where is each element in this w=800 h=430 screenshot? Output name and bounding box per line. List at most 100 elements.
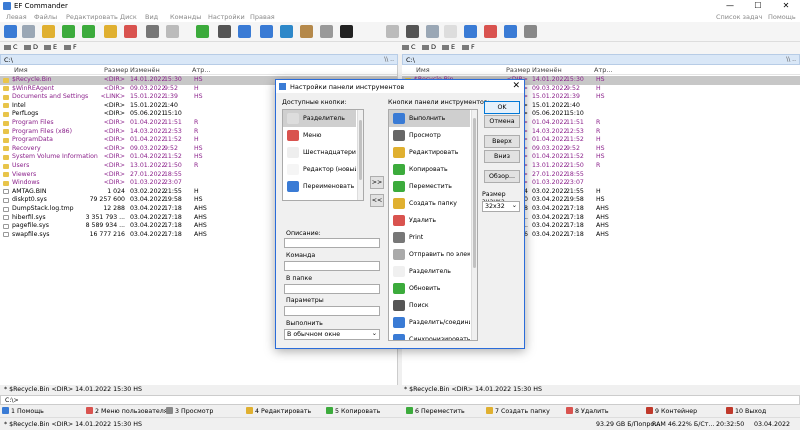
compare-icon[interactable] — [238, 25, 251, 38]
list-item[interactable]: Поиск — [389, 297, 470, 314]
settings-icon[interactable] — [406, 25, 419, 38]
list-item[interactable]: Создать папку — [389, 195, 470, 212]
down-button[interactable]: Вниз — [484, 150, 520, 163]
list-item[interactable]: Разделитель — [283, 110, 356, 127]
browse-button[interactable]: Обзор... — [484, 170, 520, 183]
list-item[interactable]: Просмотр — [389, 127, 470, 144]
col-name[interactable]: Имя — [14, 66, 28, 74]
terminal-icon[interactable] — [320, 25, 333, 38]
menu-files[interactable]: Файлы — [34, 13, 57, 21]
find-icon[interactable] — [218, 25, 231, 38]
list-item[interactable]: Редактор (новый) — [283, 161, 356, 178]
remove-button[interactable]: << — [370, 194, 384, 207]
up-button[interactable]: Вверх — [484, 135, 520, 148]
left-path-bar[interactable]: C:\ \\ .. — [0, 54, 398, 65]
fkey-8-button[interactable]: 8 Удалить — [566, 407, 609, 415]
users-icon[interactable] — [464, 25, 477, 38]
list-item[interactable]: Копировать — [389, 161, 470, 178]
col-attr[interactable]: Атр... — [594, 66, 613, 74]
fkey-4-button[interactable]: 4 Редактировать — [246, 407, 311, 415]
toolbar-buttons-list[interactable]: Синхронизировать папки Разделить/соединит… — [388, 109, 478, 341]
col-size[interactable]: Размер — [104, 66, 128, 74]
fkey-2-button[interactable]: 2 Меню пользователя — [86, 407, 168, 415]
params-field[interactable] — [284, 306, 380, 316]
monitor-icon[interactable] — [280, 25, 293, 38]
checkbox-icon[interactable] — [504, 25, 517, 38]
audio-icon[interactable] — [524, 25, 537, 38]
list-item[interactable]: Переместить — [389, 178, 470, 195]
col-attr[interactable]: Атр... — [192, 66, 211, 74]
menu-right[interactable]: Правая — [250, 13, 275, 21]
menu-settings[interactable]: Настройки — [208, 13, 245, 21]
menu-view[interactable]: Вид — [145, 13, 158, 21]
available-buttons-list[interactable]: Переименовать Редактор (новый) Шестнадцате… — [282, 109, 364, 201]
minimize-button[interactable]: — — [716, 0, 744, 12]
list-item[interactable]: Шестнадцатеричный ре... — [283, 144, 356, 161]
list-item[interactable]: Меню — [283, 127, 356, 144]
ok-button[interactable]: OK — [484, 101, 520, 114]
menu-left[interactable]: Левая — [6, 13, 27, 21]
folder-field[interactable] — [284, 284, 380, 294]
drive-d-left[interactable]: D — [24, 43, 38, 51]
col-size[interactable]: Размер — [506, 66, 530, 74]
available-scrollbar[interactable] — [357, 110, 363, 200]
fkey-5-button[interactable]: 5 Копировать — [326, 407, 380, 415]
add-button[interactable]: >> — [370, 176, 384, 189]
menu-disk[interactable]: Диск — [120, 13, 137, 21]
drive-c-right[interactable]: C — [402, 43, 416, 51]
notes-icon[interactable] — [444, 25, 457, 38]
network-icon[interactable] — [386, 25, 399, 38]
list-item[interactable]: Отправить по электрон... — [389, 246, 470, 263]
col-name[interactable]: Имя — [416, 66, 430, 74]
command-field[interactable] — [284, 261, 380, 271]
refresh-icon[interactable] — [196, 25, 209, 38]
list-item[interactable]: Удалить — [389, 212, 470, 229]
dialog-close-button[interactable]: ✕ — [512, 81, 520, 91]
menu-help[interactable]: Помощь — [768, 13, 796, 21]
col-modified[interactable]: Изменён — [532, 66, 562, 74]
email-icon[interactable] — [166, 25, 179, 38]
trash-icon[interactable] — [426, 25, 439, 38]
menu-edit[interactable]: Редактировать — [66, 13, 118, 21]
drive-f-left[interactable]: F — [64, 43, 77, 51]
toolbar-list-scrollbar[interactable] — [471, 110, 477, 340]
fkey-9-button[interactable]: 9 Контейнер — [646, 407, 697, 415]
close-button[interactable]: ✕ — [772, 0, 800, 12]
web-icon[interactable] — [484, 25, 497, 38]
list-item[interactable]: Обновить — [389, 280, 470, 297]
run-mode-select[interactable]: В обычном окне ⌄ — [284, 329, 380, 340]
list-item[interactable]: Print — [389, 229, 470, 246]
drive-e-right[interactable]: E — [442, 43, 455, 51]
delete-icon[interactable] — [124, 25, 137, 38]
drive-e-left[interactable]: E — [44, 43, 57, 51]
description-field[interactable] — [284, 238, 380, 248]
sync-icon[interactable] — [260, 25, 273, 38]
fkey-6-button[interactable]: 6 Переместить — [406, 407, 465, 415]
list-item[interactable]: Выполнить — [389, 110, 470, 127]
cancel-button[interactable]: Отмена — [484, 115, 520, 128]
pyramid-icon[interactable] — [300, 25, 313, 38]
list-item[interactable]: Редактировать — [389, 144, 470, 161]
col-modified[interactable]: Изменён — [130, 66, 160, 74]
list-item[interactable]: Переименовать — [283, 178, 356, 195]
fkey-10-button[interactable]: 10 Выход — [726, 407, 766, 415]
print-icon[interactable] — [146, 25, 159, 38]
edit-icon[interactable] — [42, 25, 55, 38]
command-line[interactable]: C:\> — [0, 395, 800, 405]
drive-d-right[interactable]: D — [422, 43, 436, 51]
new-folder-icon[interactable] — [104, 25, 117, 38]
list-item[interactable]: Разделить/соединить — [389, 314, 470, 331]
list-item[interactable]: Синхронизировать папки — [389, 331, 470, 340]
console-icon[interactable] — [340, 25, 353, 38]
drive-c-left[interactable]: C — [4, 43, 18, 51]
copy-icon[interactable] — [62, 25, 75, 38]
fkey-3-button[interactable]: 3 Просмотр — [166, 407, 213, 415]
menu-commands[interactable]: Команды — [170, 13, 201, 21]
fkey-7-button[interactable]: 7 Создать папку — [486, 407, 550, 415]
drive-f-right[interactable]: F — [462, 43, 475, 51]
right-path-bar[interactable]: C:\ \\ .. — [402, 54, 800, 65]
list-item[interactable]: Разделитель — [389, 263, 470, 280]
move-icon[interactable] — [82, 25, 95, 38]
search-icon[interactable] — [22, 25, 35, 38]
menu-tasks[interactable]: Список задач — [716, 13, 762, 21]
